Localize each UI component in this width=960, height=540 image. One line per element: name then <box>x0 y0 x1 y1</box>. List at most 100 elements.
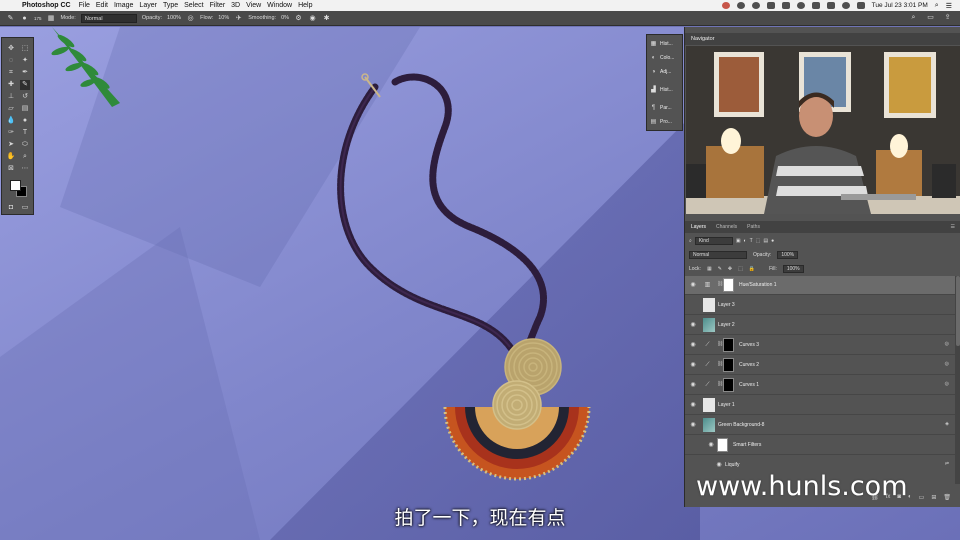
menu-view[interactable]: View <box>246 2 261 9</box>
blend-mode-select[interactable]: Normal <box>689 251 747 259</box>
tab-channels[interactable]: Channels <box>716 221 737 233</box>
bluetooth-icon[interactable] <box>826 2 835 9</box>
menu-filter[interactable]: Filter <box>210 2 226 9</box>
menu-window[interactable]: Window <box>267 2 292 9</box>
healing-brush-icon[interactable]: ✚ <box>6 80 16 90</box>
visibility-eye-icon[interactable]: ◉ <box>707 441 715 449</box>
share-icon[interactable]: ⇪ <box>943 13 952 22</box>
filter-shape-icon[interactable]: ⬚ <box>756 238 761 244</box>
brush-tool-icon[interactable]: ✎ <box>20 80 30 90</box>
more-tools-icon[interactable]: ⋯ <box>20 164 30 174</box>
magic-wand-icon[interactable]: ✦ <box>20 56 30 66</box>
pen-tool-icon[interactable]: ✑ <box>6 128 16 138</box>
airbrush-icon[interactable]: ✈ <box>234 14 243 23</box>
brush-size-value[interactable]: 175 <box>34 16 42 21</box>
layer-row[interactable]: ◉ ⟋ ⛓ Curves 3 ◎ <box>685 336 955 355</box>
quick-mask-icon[interactable]: ◘ <box>6 203 16 213</box>
move-tool-icon[interactable]: ✥ <box>6 44 16 54</box>
symmetry-icon[interactable]: ✱ <box>322 14 331 23</box>
blur-tool-icon[interactable]: 💧 <box>6 116 16 126</box>
brush-size-icon[interactable]: ● <box>20 14 29 23</box>
layer-effects-icon[interactable]: ◎ <box>945 341 949 347</box>
visibility-eye-icon[interactable]: ◉ <box>689 421 697 429</box>
battery-icon[interactable] <box>856 2 865 9</box>
fill-field[interactable]: 100% <box>782 265 804 273</box>
lasso-tool-icon[interactable]: ◌ <box>6 56 16 66</box>
layer-row[interactable]: ◉ ▥ ⛓ Hue/Saturation 1 <box>685 276 955 295</box>
marquee-tool-icon[interactable]: ⬚ <box>20 44 30 54</box>
filter-adjustment-icon[interactable]: ◐ <box>744 238 747 244</box>
flow-value[interactable]: 10% <box>218 15 229 21</box>
status-app-icon[interactable] <box>736 2 745 9</box>
scrollbar-thumb[interactable] <box>956 276 960 346</box>
filter-kind-select[interactable]: Kind <box>694 236 733 245</box>
panel-history[interactable]: ▦ Hist... <box>650 39 673 49</box>
menu-image[interactable]: Image <box>114 2 133 9</box>
visibility-eye-icon[interactable]: ◉ <box>689 361 697 369</box>
tab-layers[interactable]: Layers <box>691 221 706 233</box>
brush-settings-icon[interactable]: ▦ <box>47 14 56 23</box>
layer-row[interactable]: ◉ ⟋ ⛓ Curves 1 ◎ <box>685 376 955 395</box>
menu-layer[interactable]: Layer <box>139 2 157 9</box>
smoothing-settings-gear-icon[interactable]: ⚙ <box>294 14 303 23</box>
dodge-tool-icon[interactable]: ● <box>20 116 30 126</box>
gradient-tool-icon[interactable]: ▤ <box>20 104 30 114</box>
crop-tool-icon[interactable]: ⌗ <box>6 68 16 78</box>
spotlight-search-icon[interactable]: ⌕ <box>935 2 939 10</box>
layer-row[interactable]: ◉ Smart Filters <box>685 436 955 455</box>
eraser-tool-icon[interactable]: ▱ <box>6 104 16 114</box>
lock-position-icon[interactable]: ✥ <box>728 266 732 272</box>
new-adjustment-icon[interactable]: ◐ <box>908 494 912 500</box>
visibility-eye-icon[interactable]: ◉ <box>689 401 697 409</box>
new-group-icon[interactable]: ▭ <box>919 494 925 501</box>
cloud-icon[interactable] <box>766 2 775 9</box>
history-brush-icon[interactable]: ↺ <box>20 92 30 102</box>
clock-status-icon[interactable] <box>796 2 805 9</box>
opacity-field[interactable]: 100% <box>777 251 799 259</box>
airplay-icon[interactable] <box>811 2 820 9</box>
filter-pixel-icon[interactable]: ▣ <box>736 238 741 244</box>
filter-options-icon[interactable]: ⇌ <box>945 461 949 467</box>
notification-center-icon[interactable]: ☰ <box>946 2 952 10</box>
hand-tool-icon[interactable]: ✋ <box>6 152 16 162</box>
path-selection-icon[interactable]: ➤ <box>6 140 16 150</box>
workspace-icon[interactable]: ▭ <box>926 13 935 22</box>
menu-app-name[interactable]: Photoshop CC <box>22 2 71 9</box>
panel-menu-icon[interactable]: ☰ <box>951 221 955 233</box>
layer-row[interactable]: ◉ Layer 2 <box>685 316 955 335</box>
smoothing-value[interactable]: 0% <box>281 15 289 21</box>
zoom-tool-icon[interactable]: ⌕ <box>20 152 30 162</box>
panel-adjustments[interactable]: ◑ Adj... <box>650 67 672 77</box>
opacity-value[interactable]: 100% <box>167 15 181 21</box>
status-app-icon-2[interactable] <box>751 2 760 9</box>
filter-smart-icon[interactable]: ▤ <box>763 238 768 244</box>
pressure-opacity-icon[interactable]: ◎ <box>186 14 195 23</box>
layer-effects-icon[interactable]: ◎ <box>945 381 949 387</box>
lock-image-icon[interactable]: ✎ <box>718 266 722 272</box>
pressure-size-icon[interactable]: ◉ <box>308 14 317 23</box>
visibility-eye-icon[interactable]: ◉ <box>715 461 723 469</box>
filter-toggle-icon[interactable]: ● <box>771 238 774 244</box>
search-icon[interactable]: ⌕ <box>909 13 918 22</box>
tab-paths[interactable]: Paths <box>747 221 760 233</box>
edit-toolbar-icon[interactable]: ⊠ <box>6 164 16 174</box>
smart-filter-mask-thumbnail[interactable] <box>717 438 728 452</box>
layer-row[interactable]: ◉ Layer 1 <box>685 396 955 415</box>
navigator-tab[interactable]: Navigator <box>685 33 960 45</box>
menu-type[interactable]: Type <box>163 2 178 9</box>
delete-layer-icon[interactable]: 🗑 <box>943 494 951 501</box>
layer-mask-thumbnail[interactable] <box>723 378 734 392</box>
dropbox-icon[interactable] <box>781 2 790 9</box>
layer-mask-thumbnail[interactable] <box>723 278 734 292</box>
layer-mask-thumbnail[interactable] <box>723 338 734 352</box>
brush-tool-preset-icon[interactable]: ✎ <box>6 14 15 23</box>
visibility-eye-icon[interactable]: ◉ <box>689 321 697 329</box>
wifi-icon[interactable] <box>841 2 850 9</box>
visibility-eye-icon[interactable]: ◉ <box>689 341 697 349</box>
menu-file[interactable]: File <box>79 2 90 9</box>
layer-effects-icon[interactable]: ◎ <box>945 361 949 367</box>
screen-mode-icon[interactable]: ▭ <box>20 203 30 213</box>
panel-paragraph[interactable]: ¶ Par... <box>650 103 672 113</box>
menu-help[interactable]: Help <box>298 2 312 9</box>
menu-3d[interactable]: 3D <box>231 2 240 9</box>
